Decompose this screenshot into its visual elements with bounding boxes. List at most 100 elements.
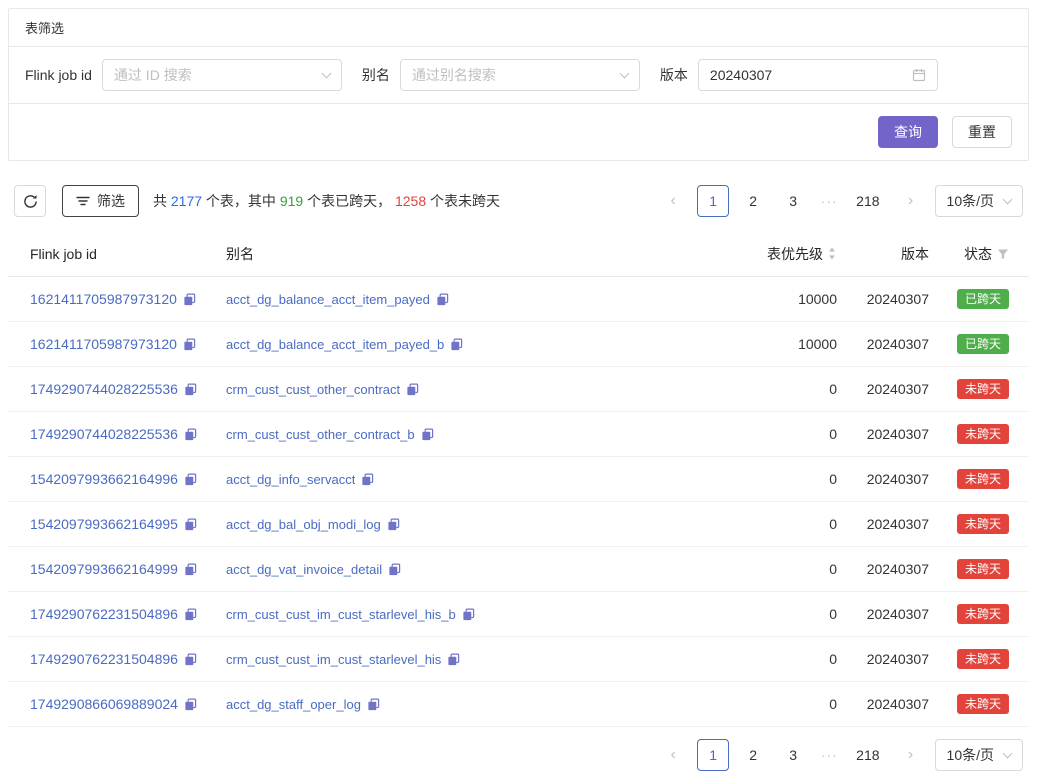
flink-job-id-link[interactable]: 1749290744028225536 xyxy=(30,426,178,442)
page-size-select[interactable]: 10条/页 xyxy=(935,185,1023,217)
alias-select[interactable]: 通过别名搜索 xyxy=(400,59,640,91)
copy-icon[interactable] xyxy=(184,608,197,621)
table-row[interactable]: 1542097993662164995 acct_dg_bal_obj_modi… xyxy=(8,502,1029,547)
copy-icon[interactable] xyxy=(184,383,197,396)
next-page-button[interactable]: › xyxy=(895,185,927,217)
alias-link[interactable]: acct_dg_staff_oper_log xyxy=(226,697,361,712)
page-button-1[interactable]: 1 xyxy=(697,739,729,771)
column-header-status[interactable]: 状态 xyxy=(929,244,1009,264)
alias-label: 别名 xyxy=(362,65,390,85)
flink-job-id-field: Flink job id 通过 ID 搜索 xyxy=(25,59,342,91)
alias-link[interactable]: crm_cust_cust_other_contract xyxy=(226,382,400,397)
version-value: 20240307 xyxy=(837,561,929,577)
copy-icon[interactable] xyxy=(387,518,400,531)
copy-icon[interactable] xyxy=(184,563,197,576)
copy-icon[interactable] xyxy=(406,383,419,396)
copy-icon[interactable] xyxy=(183,338,196,351)
copy-icon[interactable] xyxy=(184,653,197,666)
copy-icon[interactable] xyxy=(183,293,196,306)
copy-icon[interactable] xyxy=(450,338,463,351)
flink-job-id-link[interactable]: 1749290762231504896 xyxy=(30,651,178,667)
copy-icon[interactable] xyxy=(462,608,475,621)
summary-text: 个表已跨天， xyxy=(303,193,395,209)
next-page-button[interactable]: › xyxy=(895,739,927,771)
alias-link[interactable]: acct_dg_vat_invoice_detail xyxy=(226,562,382,577)
flink-job-id-link[interactable]: 1621411705987973120 xyxy=(30,291,177,307)
flink-job-id-link[interactable]: 1749290744028225536 xyxy=(30,381,178,397)
page-button-2[interactable]: 2 xyxy=(737,739,769,771)
calendar-icon xyxy=(912,68,926,82)
priority-value: 0 xyxy=(717,696,837,712)
prev-page-button[interactable]: ‹ xyxy=(657,185,689,217)
copy-icon[interactable] xyxy=(367,698,380,711)
alias-link[interactable]: acct_dg_bal_obj_modi_log xyxy=(226,517,381,532)
flink-job-id-link[interactable]: 1542097993662164999 xyxy=(30,561,178,577)
table-row[interactable]: 1542097993662164996 acct_dg_info_servacc… xyxy=(8,457,1029,502)
alias-link[interactable]: crm_cust_cust_im_cust_starlevel_his_b xyxy=(226,607,456,622)
table-row[interactable]: 1621411705987973120 acct_dg_balance_acct… xyxy=(8,322,1029,367)
column-header-priority[interactable]: 表优先级 xyxy=(717,244,837,264)
copy-icon[interactable] xyxy=(436,293,449,306)
flink-job-id-link[interactable]: 1542097993662164995 xyxy=(30,516,178,532)
version-field: 版本 20240307 xyxy=(660,59,938,91)
chevron-down-icon xyxy=(1003,194,1013,204)
version-value: 20240307 xyxy=(837,291,929,307)
page-button-3[interactable]: 3 xyxy=(777,185,809,217)
priority-value: 10000 xyxy=(717,291,837,307)
table-row[interactable]: 1542097993662164999 acct_dg_vat_invoice_… xyxy=(8,547,1029,592)
flink-job-id-label: Flink job id xyxy=(25,67,92,83)
page-ellipsis[interactable]: ··· xyxy=(817,747,841,763)
flink-job-id-link[interactable]: 1542097993662164996 xyxy=(30,471,178,487)
table-row[interactable]: 1749290866069889024 acct_dg_staff_oper_l… xyxy=(8,682,1029,727)
prev-page-button[interactable]: ‹ xyxy=(657,739,689,771)
copy-icon[interactable] xyxy=(361,473,374,486)
alias-link[interactable]: crm_cust_cust_im_cust_starlevel_his xyxy=(226,652,441,667)
page-button-1[interactable]: 1 xyxy=(697,185,729,217)
alias-link[interactable]: crm_cust_cust_other_contract_b xyxy=(226,427,415,442)
priority-value: 0 xyxy=(717,381,837,397)
page-button-3[interactable]: 3 xyxy=(777,739,809,771)
page-ellipsis[interactable]: ··· xyxy=(817,193,841,209)
refresh-button[interactable] xyxy=(14,185,46,217)
column-header-flink-job-id[interactable]: Flink job id xyxy=(30,246,226,262)
copy-icon[interactable] xyxy=(388,563,401,576)
summary-text: 共 xyxy=(153,193,171,209)
copy-icon[interactable] xyxy=(184,428,197,441)
alias-link[interactable]: acct_dg_info_servacct xyxy=(226,472,355,487)
table-row[interactable]: 1621411705987973120 acct_dg_balance_acct… xyxy=(8,277,1029,322)
flink-job-id-link[interactable]: 1749290866069889024 xyxy=(30,696,178,712)
page-button-last[interactable]: 218 xyxy=(849,185,886,217)
page-button-2[interactable]: 2 xyxy=(737,185,769,217)
copy-icon[interactable] xyxy=(184,698,197,711)
chevron-down-icon xyxy=(1003,748,1013,758)
sort-icon[interactable] xyxy=(827,246,837,261)
flink-job-id-link[interactable]: 1621411705987973120 xyxy=(30,336,177,352)
alias-placeholder: 通过别名搜索 xyxy=(412,65,496,85)
page-size-select[interactable]: 10条/页 xyxy=(935,739,1023,771)
status-badge: 未跨天 xyxy=(957,424,1009,444)
alias-link[interactable]: acct_dg_balance_acct_item_payed_b xyxy=(226,337,444,352)
flink-job-id-select[interactable]: 通过 ID 搜索 xyxy=(102,59,342,91)
table-row[interactable]: 1749290744028225536 crm_cust_cust_other_… xyxy=(8,367,1029,412)
alias-link[interactable]: acct_dg_balance_acct_item_payed xyxy=(226,292,430,307)
reset-button[interactable]: 重置 xyxy=(952,116,1012,148)
priority-value: 10000 xyxy=(717,336,837,352)
pagination-bottom: ‹ 1 2 3 ··· 218 › 10条/页 xyxy=(657,739,1023,771)
priority-value: 0 xyxy=(717,426,837,442)
search-button[interactable]: 查询 xyxy=(878,116,938,148)
table-row[interactable]: 1749290762231504896 crm_cust_cust_im_cus… xyxy=(8,592,1029,637)
table-row[interactable]: 1749290744028225536 crm_cust_cust_other_… xyxy=(8,412,1029,457)
copy-icon[interactable] xyxy=(184,518,197,531)
page-button-last[interactable]: 218 xyxy=(849,739,886,771)
filter-toggle-button[interactable]: 筛选 xyxy=(62,185,139,217)
table-row[interactable]: 1749290762231504896 crm_cust_cust_im_cus… xyxy=(8,637,1029,682)
copy-icon[interactable] xyxy=(447,653,460,666)
copy-icon[interactable] xyxy=(421,428,434,441)
flink-job-id-link[interactable]: 1749290762231504896 xyxy=(30,606,178,622)
toolbar: 筛选 共 2177 个表，其中 919 个表已跨天， 1258 个表未跨天 ‹ … xyxy=(14,185,1023,217)
copy-icon[interactable] xyxy=(184,473,197,486)
filter-funnel-icon[interactable] xyxy=(997,248,1009,260)
version-date-input[interactable]: 20240307 xyxy=(698,59,938,91)
priority-value: 0 xyxy=(717,606,837,622)
column-header-alias[interactable]: 别名 xyxy=(226,244,717,264)
